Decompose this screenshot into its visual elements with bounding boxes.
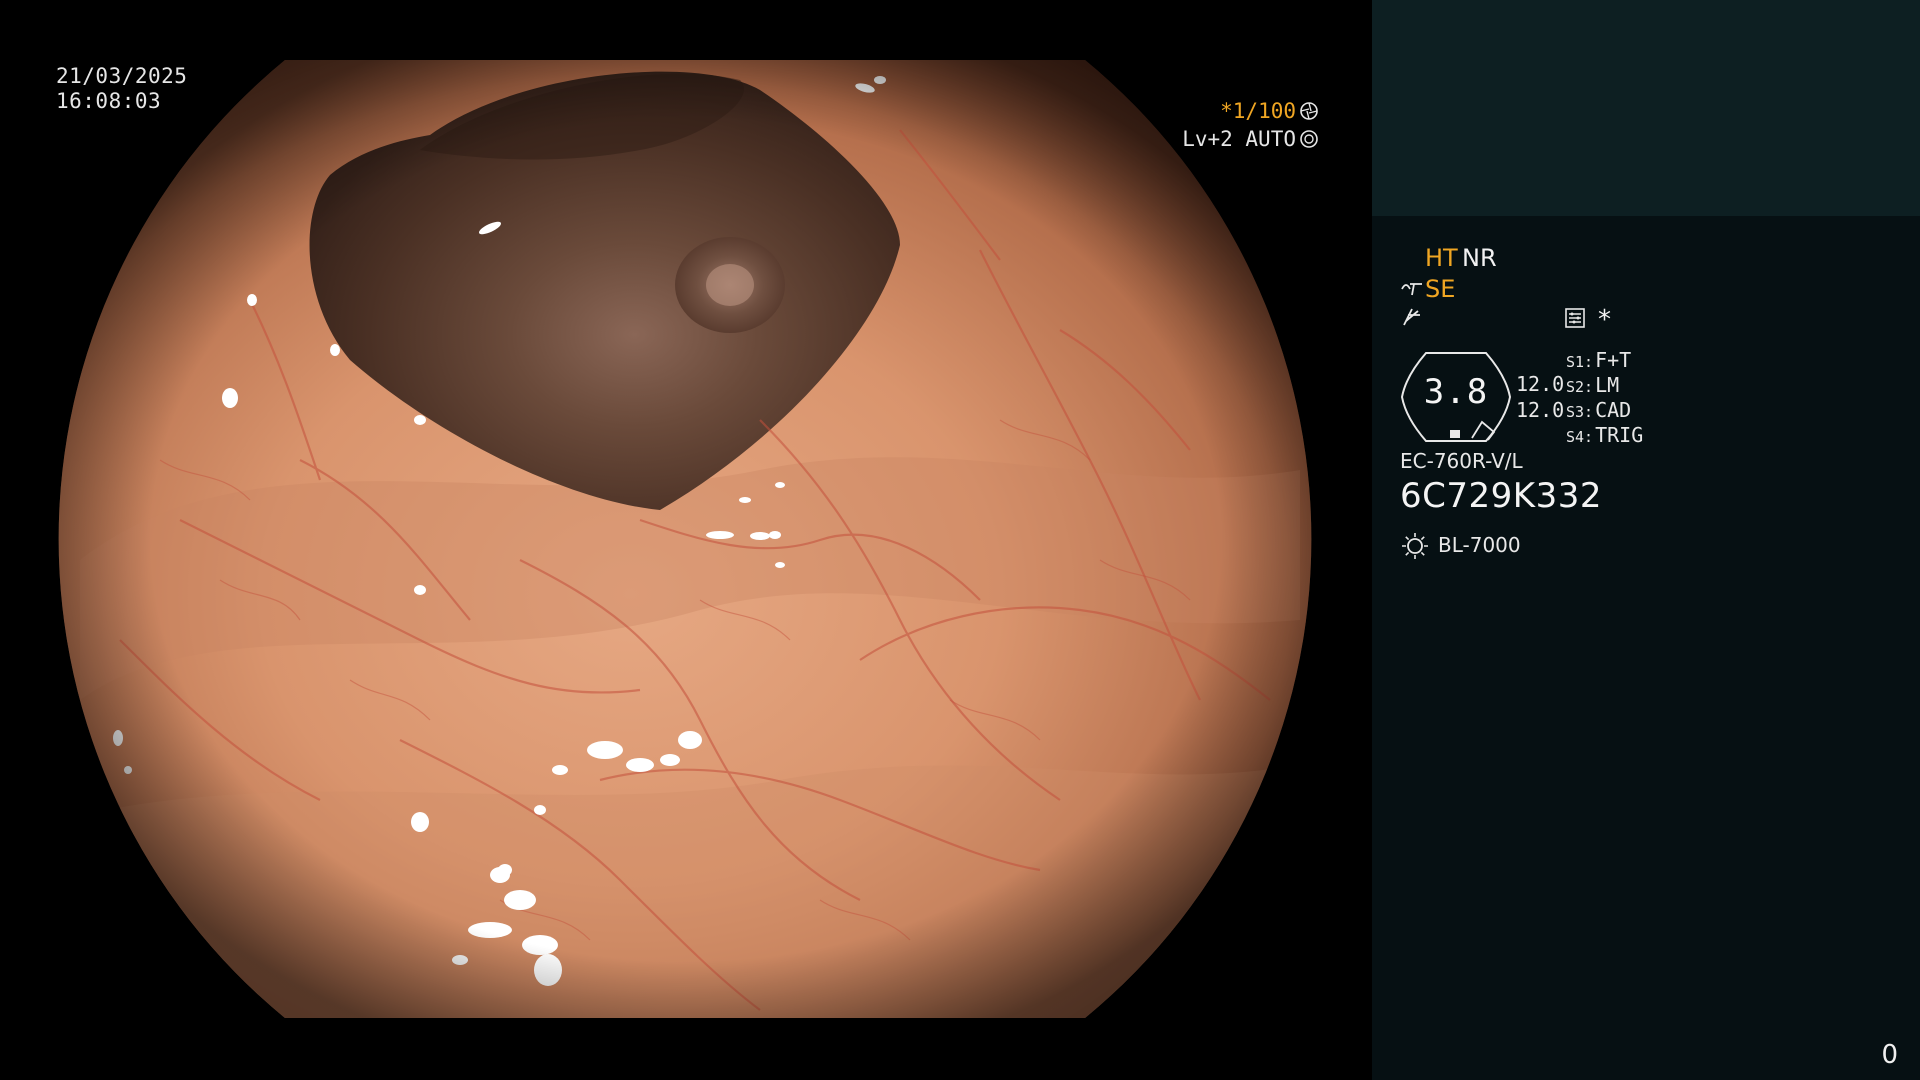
image-counter: 0 [1881, 1040, 1898, 1070]
slot-key: S2: [1566, 378, 1594, 396]
scope-serial: 6C729K332 [1400, 476, 1602, 516]
slot-key: S3: [1566, 403, 1594, 421]
se-icon [1401, 283, 1422, 296]
level-value: Lv+2 AUTO [1182, 127, 1296, 151]
switch-slot-4: S4: TRIG [1566, 423, 1643, 447]
light-source-icon [1402, 533, 1428, 559]
iris-value: 3.8 [1423, 372, 1489, 412]
shutter-indicator: *1/100 [1220, 98, 1319, 124]
se-indicator: SE [1425, 275, 1456, 303]
endoscope-image-area: 21/03/2025 16:08:03 *1/100 Lv+2 AUTO [0, 0, 1372, 1080]
endoscopic-colon-view [58, 60, 1312, 1018]
scope-model: EC-760R-V/L [1400, 449, 1523, 473]
settings-icon [1565, 308, 1585, 328]
auto-iris-icon [1300, 130, 1318, 148]
panel-header [1372, 0, 1920, 216]
shutter-speed: *1/100 [1220, 99, 1296, 123]
slot-value: F+T [1595, 348, 1632, 372]
slot-value: CAD [1595, 398, 1632, 422]
switch-slot-3: S3: CAD [1566, 398, 1631, 422]
slot-key: S4: [1566, 428, 1594, 446]
ht-indicator: HT [1425, 244, 1458, 272]
asterisk-indicator: * [1598, 305, 1611, 335]
slot-value: TRIG [1595, 423, 1644, 447]
exam-date: 21/03/2025 [56, 64, 188, 88]
light-source-model: BL-7000 [1438, 533, 1521, 557]
switch-slot-2: S2: LM [1566, 373, 1619, 397]
brightness-level: Lv+2 AUTO [1182, 126, 1319, 152]
switch-slot-1: S1: F+T [1566, 348, 1631, 372]
gauge-value-b: 12.0 [1516, 398, 1565, 422]
slot-key: S1: [1566, 353, 1594, 371]
nr-indicator: NR [1462, 244, 1497, 272]
enhancement-icon [1403, 308, 1420, 326]
aperture-icon [1300, 102, 1318, 120]
slot-value: LM [1595, 373, 1620, 397]
gauge-value-a: 12.0 [1516, 372, 1565, 396]
processor-status-panel: HT NR SE * 3.8 12.0 12.0 S1: F+T S2: LM … [1372, 0, 1920, 1080]
exam-time: 16:08:03 [56, 89, 162, 113]
